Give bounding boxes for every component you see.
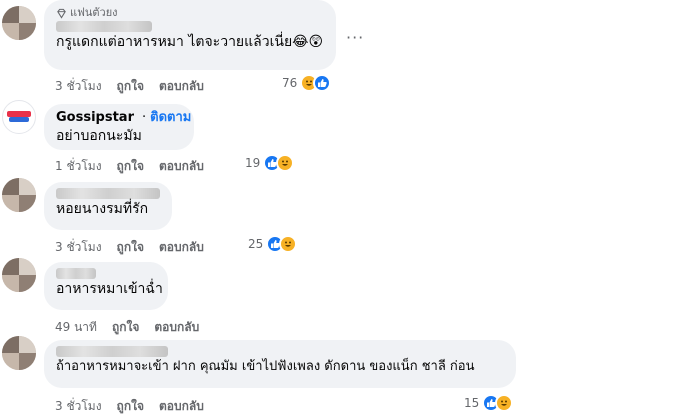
timestamp[interactable]: 49 นาที <box>55 318 97 337</box>
reply-button[interactable]: ตอบกลับ <box>159 238 204 257</box>
comment-text: อย่าบอกนะมัม <box>56 128 142 144</box>
badge-label: แฟนตัวยง <box>70 6 118 19</box>
avatar[interactable] <box>2 6 36 40</box>
gossipstar-logo <box>7 111 31 123</box>
avatar[interactable] <box>2 100 36 134</box>
comment-text: กรูแดกแต่อาหารหมา ไตจะวายแล้วเนี่ย😂😲 <box>56 34 324 50</box>
like-button[interactable]: ถูกใจ <box>117 77 144 96</box>
like-button[interactable]: ถูกใจ <box>117 157 144 176</box>
haha-icon <box>495 394 514 412</box>
avatar[interactable] <box>2 178 36 212</box>
top-fan-badge: แฟนตัวยง <box>56 6 324 20</box>
commenter-name[interactable] <box>56 188 160 199</box>
haha-icon <box>279 235 298 253</box>
comment-bubble: Gossipstar · ติดตาม อย่าบอกนะมัม <box>44 104 194 150</box>
comment-actions: 3 ชั่วโมง ถูกใจ ตอบกลับ <box>55 77 204 96</box>
comment-bubble: หอยนางรมที่รัก <box>44 182 172 230</box>
reaction-count: 19 <box>245 156 261 170</box>
timestamp[interactable]: 3 ชั่วโมง <box>55 238 102 257</box>
commenter-name[interactable] <box>56 21 324 32</box>
comment-bubble: แฟนตัวยง กรูแดกแต่อาหารหมา ไตจะวายแล้วเน… <box>44 0 336 70</box>
haha-icon <box>276 154 295 172</box>
comment-bubble: อาหารหมาเข้าฉ่ำ <box>44 262 168 310</box>
comment-actions: 3 ชั่วโมง ถูกใจ ตอบกลับ <box>55 238 204 257</box>
reaction-count: 25 <box>248 237 264 251</box>
comment-bubble: ถ้าอาหารหมาจะเข้า ฝาก คุณมัม เข้าไปฟังเพ… <box>44 340 516 388</box>
like-button[interactable]: ถูกใจ <box>117 397 144 414</box>
reaction-summary[interactable]: 76 <box>282 74 332 92</box>
like-button[interactable]: ถูกใจ <box>112 318 139 337</box>
comment-actions: 1 ชั่วโมง ถูกใจ ตอบกลับ <box>55 157 204 176</box>
comment-text: หอยนางรมที่รัก <box>56 201 149 217</box>
like-button[interactable]: ถูกใจ <box>117 238 144 257</box>
follow-link[interactable]: ติดตาม <box>150 109 191 126</box>
reply-button[interactable]: ตอบกลับ <box>159 157 204 176</box>
reply-button[interactable]: ตอบกลับ <box>159 397 204 414</box>
reply-button[interactable]: ตอบกลับ <box>159 77 204 96</box>
commenter-name[interactable] <box>56 268 156 279</box>
avatar[interactable] <box>2 336 36 370</box>
comment-actions: 49 นาที ถูกใจ ตอบกลับ <box>55 318 199 337</box>
comment-actions: 3 ชั่วโมง ถูกใจ ตอบกลับ <box>55 397 204 414</box>
reaction-count: 15 <box>464 396 480 410</box>
reaction-summary[interactable]: 25 <box>248 235 298 253</box>
diamond-icon <box>57 8 66 19</box>
comment-text: อาหารหมาเข้าฉ่ำ <box>56 281 163 297</box>
more-options-icon[interactable]: ··· <box>346 28 364 47</box>
like-icon <box>313 74 332 92</box>
timestamp[interactable]: 3 ชั่วโมง <box>55 397 102 414</box>
commenter-name[interactable]: Gossipstar <box>56 109 134 126</box>
commenter-name[interactable] <box>56 346 504 357</box>
timestamp[interactable]: 3 ชั่วโมง <box>55 77 102 96</box>
reaction-summary[interactable]: 19 <box>245 154 295 172</box>
timestamp[interactable]: 1 ชั่วโมง <box>55 157 102 176</box>
reply-button[interactable]: ตอบกลับ <box>154 318 199 337</box>
reaction-summary[interactable]: 15 <box>464 394 514 412</box>
comment-text: ถ้าอาหารหมาจะเข้า ฝาก คุณมัม เข้าไปฟังเพ… <box>56 359 475 374</box>
avatar[interactable] <box>2 258 36 292</box>
reaction-count: 76 <box>282 76 298 90</box>
